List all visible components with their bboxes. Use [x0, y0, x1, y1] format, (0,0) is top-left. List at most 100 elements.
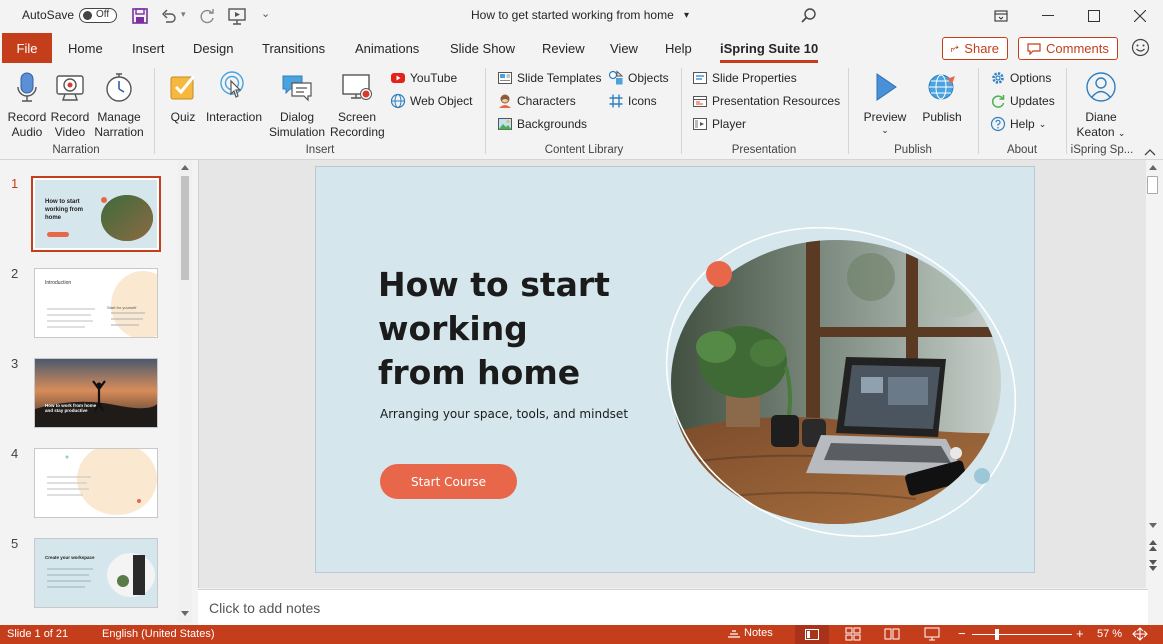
fit-to-window-icon[interactable]: [1132, 627, 1148, 641]
minimize-button[interactable]: [1025, 0, 1071, 32]
scroll-down-icon[interactable]: [181, 611, 189, 617]
publish-label: Publish: [922, 110, 962, 124]
web-object-button[interactable]: Web Object: [390, 92, 472, 110]
updates-button[interactable]: Updates: [990, 92, 1055, 110]
zoom-level[interactable]: 57 %: [1097, 628, 1122, 640]
zoom-out-button[interactable]: −: [958, 626, 966, 641]
tab-design[interactable]: Design: [193, 41, 233, 56]
tab-view[interactable]: View: [610, 41, 638, 56]
slide-thumbnail-2[interactable]: Introduction Start for yourself: [34, 268, 158, 338]
globe-icon: [390, 93, 406, 109]
objects-button[interactable]: Objects: [608, 69, 669, 87]
icons-button[interactable]: Icons: [608, 92, 657, 110]
interaction-button[interactable]: Interaction: [203, 70, 265, 125]
start-slideshow-icon[interactable]: [227, 6, 247, 26]
youtube-button[interactable]: YouTube: [390, 69, 457, 87]
slide-templates-button[interactable]: Slide Templates: [497, 69, 602, 87]
group-label-narration: Narration: [52, 144, 100, 156]
publish-button[interactable]: Publish: [916, 70, 968, 125]
group-label-presentation: Presentation: [731, 144, 797, 156]
presentation-resources-button[interactable]: Presentation Resources: [692, 92, 840, 110]
autosave-state: Off: [96, 9, 110, 20]
options-button[interactable]: Options: [990, 69, 1051, 87]
help-button[interactable]: Help ⌄: [990, 115, 1046, 133]
backgrounds-button[interactable]: Backgrounds: [497, 115, 587, 133]
collapse-ribbon-icon[interactable]: [1144, 148, 1156, 156]
player-label: Player: [712, 117, 747, 131]
characters-button[interactable]: Characters: [497, 92, 576, 110]
slide-thumbnail-5[interactable]: Create your workspace: [34, 538, 158, 608]
current-slide[interactable]: How to start working from home Arranging…: [315, 166, 1035, 573]
zoom-slider[interactable]: [972, 629, 1072, 640]
slide-thumbnail-3[interactable]: How to work from home and stay productiv…: [34, 358, 158, 428]
tab-animations[interactable]: Animations: [355, 41, 419, 56]
undo-dropdown-icon[interactable]: ▾: [181, 9, 186, 20]
preview-dropdown-icon[interactable]: ⌄: [861, 125, 909, 135]
tab-ispring-suite[interactable]: iSpring Suite 10: [720, 41, 819, 63]
slideshow-view-icon[interactable]: [924, 627, 940, 641]
slide-title-line-2: working: [378, 309, 528, 348]
slide-properties-button[interactable]: Slide Properties: [692, 69, 797, 87]
normal-view-button[interactable]: [795, 625, 829, 644]
thumbnail-1-title: How to start working from home: [45, 199, 84, 221]
tab-review[interactable]: Review: [542, 41, 585, 56]
player-button[interactable]: Player: [692, 115, 746, 133]
slide-scrollbar[interactable]: [1146, 160, 1159, 588]
previous-slide-icon[interactable]: [1149, 540, 1157, 552]
ribbon-display-button[interactable]: [978, 0, 1024, 32]
title-dropdown-icon[interactable]: ▾: [684, 10, 689, 21]
minimize-icon: [1042, 15, 1054, 16]
tab-slide-show[interactable]: Slide Show: [450, 41, 515, 56]
save-icon[interactable]: [131, 7, 149, 25]
manage-narration-button[interactable]: Manage Narration: [91, 70, 147, 140]
record-audio-button[interactable]: Record Audio: [4, 70, 50, 140]
document-title[interactable]: How to get started working from home: [471, 8, 674, 22]
dialog-simulation-button[interactable]: Dialog Simulation: [266, 70, 328, 140]
help-label: Help: [1010, 117, 1035, 131]
autosave-toggle[interactable]: Off: [79, 8, 117, 23]
notes-toggle-button[interactable]: Notes: [727, 627, 773, 639]
slide-thumbnail-1[interactable]: How to start working from home: [31, 176, 161, 252]
language-indicator[interactable]: English (United States): [102, 628, 215, 640]
tab-file[interactable]: File: [2, 33, 52, 63]
undo-icon[interactable]: [160, 7, 178, 25]
close-button[interactable]: [1117, 0, 1163, 32]
thumbnail-3-title: How to work from home and stay productiv…: [45, 403, 97, 413]
next-slide-icon[interactable]: [1149, 560, 1157, 572]
tab-insert[interactable]: Insert: [132, 41, 165, 56]
reading-view-icon[interactable]: [884, 627, 900, 641]
tab-home[interactable]: Home: [68, 41, 103, 56]
screen-recording-button[interactable]: Screen Recording: [330, 70, 385, 140]
record-video-button[interactable]: Record Video: [48, 70, 92, 140]
scrollbar-thumb[interactable]: [1147, 176, 1158, 194]
notes-pane[interactable]: Click to add notes: [198, 589, 1148, 625]
slide-title[interactable]: How to start working from home: [378, 263, 610, 395]
scroll-up-icon[interactable]: [1149, 164, 1157, 170]
start-course-button[interactable]: Start Course: [380, 464, 517, 499]
zoom-slider-thumb[interactable]: [995, 629, 999, 640]
customize-toolbar-icon[interactable]: ⌄: [261, 7, 270, 20]
maximize-button[interactable]: [1071, 0, 1117, 32]
scroll-up-icon[interactable]: [181, 164, 189, 170]
quiz-button[interactable]: Quiz: [164, 70, 202, 125]
slide-subtitle[interactable]: Arranging your space, tools, and mindset: [380, 407, 628, 421]
tab-transitions[interactable]: Transitions: [262, 41, 325, 56]
account-button[interactable]: Diane Keaton ⌄: [1072, 70, 1130, 141]
preview-button[interactable]: Preview ⌄: [861, 70, 909, 135]
slide-thumbnail-4[interactable]: [34, 448, 158, 518]
notes-placeholder[interactable]: Click to add notes: [209, 600, 320, 616]
share-button[interactable]: Share: [942, 37, 1008, 60]
scrollbar-thumb[interactable]: [181, 176, 189, 280]
updates-label: Updates: [1010, 94, 1055, 108]
group-separator: [1066, 68, 1067, 154]
scroll-down-icon[interactable]: [1149, 523, 1157, 529]
zoom-in-button[interactable]: +: [1076, 626, 1084, 641]
search-icon[interactable]: [800, 7, 818, 25]
slide-sorter-icon[interactable]: [845, 627, 861, 641]
objects-label: Objects: [628, 71, 669, 85]
thumbnail-scrollbar[interactable]: [178, 160, 192, 623]
comments-button[interactable]: Comments: [1018, 37, 1118, 60]
tab-help[interactable]: Help: [665, 41, 692, 56]
feedback-smiley-icon[interactable]: [1131, 38, 1150, 57]
redo-icon[interactable]: [198, 7, 216, 25]
